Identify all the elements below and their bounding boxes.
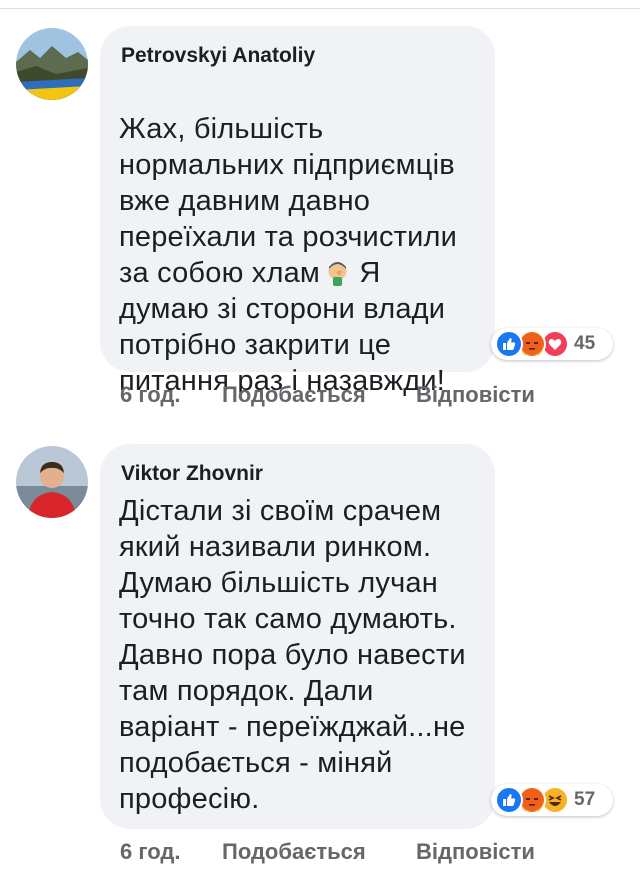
top-divider (0, 8, 640, 9)
reaction-count: 45 (574, 333, 596, 354)
comment-bubble: Petrovskyi Anatoliy Жах, більшість норма… (100, 26, 495, 397)
comment-text: Жах, більшість нормальних підприємців вж… (119, 75, 457, 399)
like-button[interactable]: Подобається (222, 382, 366, 408)
comment-text-part: Жах, більшість нормальних підприємців вж… (119, 113, 458, 289)
reactions-summary[interactable]: 45 (491, 328, 613, 360)
reaction-count: 57 (574, 789, 596, 810)
avatar-photo-person-icon (16, 446, 88, 518)
like-button[interactable]: Подобається (222, 839, 366, 865)
reply-button[interactable]: Відповісти (416, 382, 535, 408)
like-reaction-icon (495, 786, 523, 814)
comment-timestamp[interactable]: 6 год. (120, 839, 180, 865)
face-palm-emoji-icon (324, 259, 351, 286)
comment-timestamp[interactable]: 6 год. (120, 382, 180, 408)
avatar-photo-mountain-icon (16, 28, 88, 100)
reactions-summary[interactable]: 57 (491, 784, 613, 816)
comment-bubble: Viktor Zhovnir Дістали зі своїм срачем я… (100, 444, 495, 829)
reply-button[interactable]: Відповісти (416, 839, 535, 865)
avatar[interactable] (16, 446, 88, 518)
comment-author[interactable]: Petrovskyi Anatoliy (121, 44, 315, 68)
avatar[interactable] (16, 28, 88, 100)
like-reaction-icon (495, 330, 523, 358)
comment-text: Дістали зі своїм срачем який називали ри… (119, 495, 466, 815)
comment-author[interactable]: Viktor Zhovnir (121, 462, 263, 486)
